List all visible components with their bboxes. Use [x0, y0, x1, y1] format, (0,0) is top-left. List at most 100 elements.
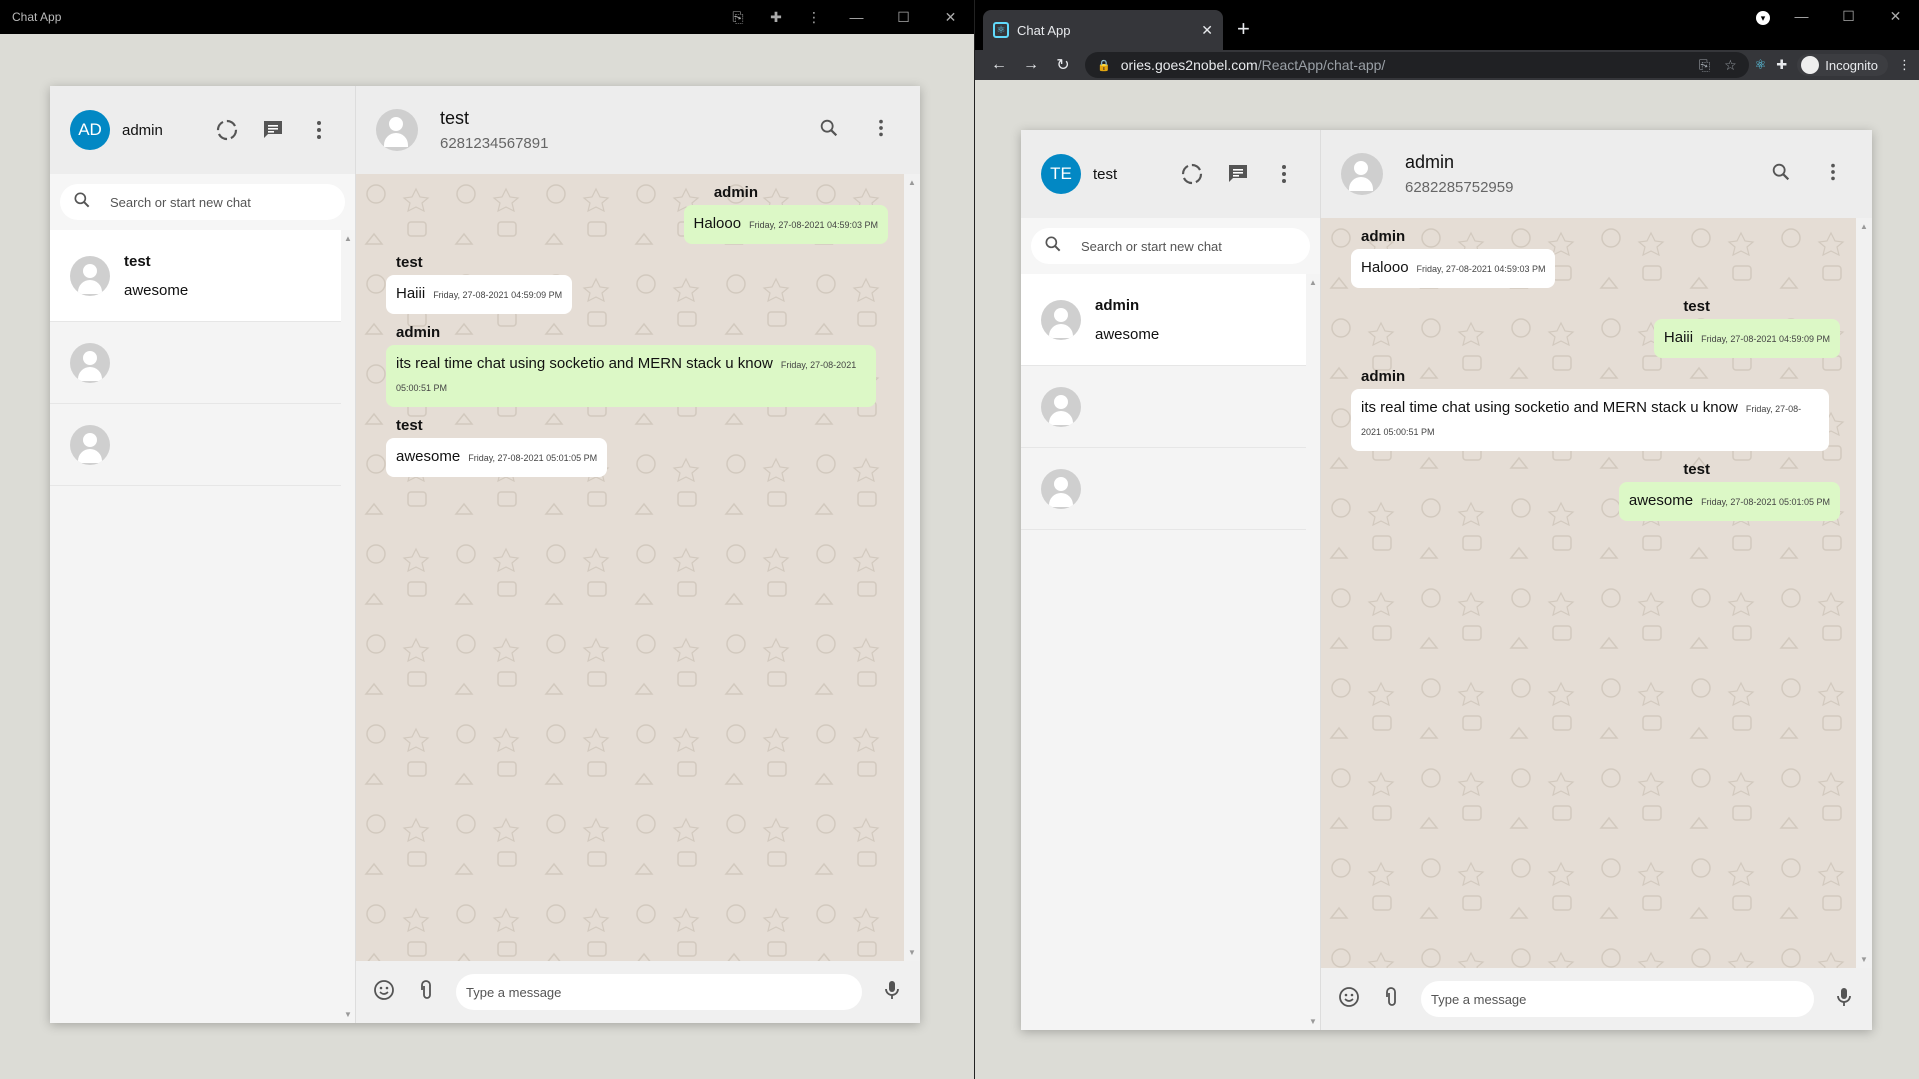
message-scrollbar[interactable]: ▲ ▼	[1856, 218, 1872, 968]
chat-list-item[interactable]: admin awesome	[1021, 274, 1320, 366]
new-tab-button[interactable]: +	[1237, 16, 1250, 42]
user-name: admin	[122, 121, 163, 139]
emoji-icon[interactable]	[372, 978, 396, 1007]
chat-list-item[interactable]	[50, 322, 355, 404]
search-icon[interactable]	[818, 117, 840, 144]
reload-icon[interactable]: ↻	[1047, 55, 1079, 75]
chat-icon[interactable]	[261, 118, 285, 142]
message-text: Haiii	[396, 285, 426, 302]
mic-icon[interactable]	[1832, 985, 1856, 1014]
forward-icon[interactable]: →	[1015, 56, 1047, 74]
avatar	[70, 255, 110, 296]
minimize-button[interactable]: —	[1778, 8, 1825, 24]
contact-name: test	[440, 108, 470, 128]
chat-icon[interactable]	[1226, 162, 1250, 186]
extension-icon[interactable]: ✚	[1776, 57, 1787, 73]
react-devtools-icon[interactable]: ⚛	[1755, 57, 1767, 73]
message-sender: test	[396, 417, 423, 434]
close-button[interactable]: ✕	[927, 9, 974, 26]
more-vert-icon[interactable]	[1272, 162, 1296, 186]
maximize-button[interactable]: ☐	[880, 9, 927, 26]
close-icon[interactable]: ✕	[1201, 22, 1213, 39]
message-text: Haiii	[1663, 329, 1694, 346]
chat-app: TE test admin awes	[1021, 130, 1872, 1030]
incognito-button[interactable]: Incognito	[1797, 54, 1888, 76]
sidebar-scrollbar[interactable]: ▲ ▼	[1306, 274, 1320, 1030]
message-sender: test	[1683, 298, 1710, 315]
message-list: admin Halooo Friday, 27-08-2021 04:59:03 …	[356, 174, 920, 961]
avatar[interactable]	[1341, 153, 1383, 195]
translate-icon[interactable]: ⎘	[719, 9, 757, 26]
avatar[interactable]: TE	[1041, 154, 1081, 194]
message: test Haiii Friday, 27-08-2021 04:59:09 PM	[386, 254, 888, 314]
chat-list-item[interactable]	[50, 404, 355, 486]
more-vert-icon[interactable]	[870, 117, 892, 144]
sidebar: TE test admin awes	[1021, 130, 1321, 1030]
message-time: Friday, 27-08-2021 04:59:03 PM	[1416, 264, 1546, 274]
more-vert-icon[interactable]	[1822, 161, 1844, 188]
attach-icon[interactable]	[414, 978, 438, 1007]
status-icon[interactable]	[1180, 162, 1204, 186]
message-input[interactable]	[1431, 991, 1804, 1007]
extension-icon[interactable]: ✚	[757, 9, 795, 26]
search-input[interactable]	[110, 194, 333, 210]
message: test awesome Friday, 27-08-2021 05:01:05 …	[386, 417, 888, 477]
message-text: its real time chat using socketio and ME…	[396, 355, 773, 372]
avatar[interactable]	[376, 109, 418, 151]
message-composer	[356, 961, 920, 1023]
right-browser-window: ⚛ Chat App ✕ + ▾ — ☐ ✕ ← → ↻ 🔒 ories.goe…	[974, 0, 1919, 1079]
more-vert-icon[interactable]: ⋮	[795, 9, 833, 26]
emoji-icon[interactable]	[1337, 985, 1361, 1014]
lock-icon[interactable]: 🔒	[1097, 59, 1111, 72]
chat-list-item[interactable]: test awesome	[50, 230, 355, 322]
profile-icon[interactable]: ▾	[1748, 8, 1778, 25]
minimize-button[interactable]: —	[833, 9, 880, 25]
attach-icon[interactable]	[1379, 985, 1403, 1014]
more-vert-icon[interactable]: ⋮	[1898, 57, 1911, 73]
star-icon[interactable]: ☆	[1724, 57, 1737, 74]
translate-icon[interactable]: ⎘	[1699, 57, 1710, 74]
chat-list-item[interactable]	[1021, 366, 1320, 448]
message-bubble: Halooo Friday, 27-08-2021 04:59:03 PM	[1351, 249, 1556, 288]
message-bubble: its real time chat using socketio and ME…	[386, 345, 876, 407]
message: admin Halooo Friday, 27-08-2021 04:59:03 …	[386, 184, 888, 244]
message-time: Friday, 27-08-2021 05:01:05 PM	[1701, 497, 1830, 507]
chat-list-item[interactable]	[1021, 448, 1320, 530]
chat-name: admin	[1095, 296, 1140, 314]
search-icon[interactable]	[72, 190, 92, 215]
browser-tab-strip: ⚛ Chat App ✕ + ▾ — ☐ ✕	[975, 0, 1919, 50]
avatar	[1041, 468, 1081, 509]
chat-app: AD admin test awes	[50, 86, 920, 1023]
message-text: Halooo	[693, 215, 742, 232]
maximize-button[interactable]: ☐	[1825, 8, 1872, 25]
more-vert-icon[interactable]	[307, 118, 331, 142]
search-input[interactable]	[1081, 238, 1298, 254]
search-bar	[50, 174, 355, 230]
address-bar[interactable]: 🔒 ories.goes2nobel.com/ReactApp/chat-app…	[1085, 52, 1749, 78]
sidebar-scrollbar[interactable]: ▲ ▼	[341, 230, 355, 1023]
status-icon[interactable]	[215, 118, 239, 142]
chat-list: test awesome ▲ ▼	[50, 230, 355, 1023]
message-bubble: Haiii Friday, 27-08-2021 04:59:09 PM	[1653, 319, 1840, 358]
contact-name: admin	[1405, 152, 1455, 172]
close-button[interactable]: ✕	[1872, 8, 1919, 25]
message-sender: admin	[1361, 228, 1406, 245]
mic-icon[interactable]	[880, 978, 904, 1007]
message-bubble: awesome Friday, 27-08-2021 05:01:05 PM	[386, 438, 608, 477]
contact-phone: 6282285752959	[1405, 179, 1514, 196]
message-sender: test	[1683, 461, 1710, 478]
message-bubble: Halooo Friday, 27-08-2021 04:59:03 PM	[683, 205, 888, 244]
message-sender: admin	[713, 184, 758, 201]
message-text: Halooo	[1361, 259, 1409, 276]
browser-toolbar: ← → ↻ 🔒 ories.goes2nobel.com/ReactApp/ch…	[975, 50, 1919, 80]
back-icon[interactable]: ←	[983, 56, 1015, 74]
message-input[interactable]	[466, 984, 852, 1000]
tab-chat-app[interactable]: ⚛ Chat App ✕	[983, 10, 1223, 50]
conversation-header: admin 6282285752959	[1321, 130, 1872, 218]
search-icon[interactable]	[1043, 234, 1063, 259]
avatar[interactable]: AD	[70, 110, 110, 150]
search-icon[interactable]	[1770, 161, 1792, 188]
message-scrollbar[interactable]: ▲ ▼	[904, 174, 920, 961]
message-time: Friday, 27-08-2021 04:59:03 PM	[749, 220, 878, 230]
message-bubble: Haiii Friday, 27-08-2021 04:59:09 PM	[386, 275, 573, 314]
